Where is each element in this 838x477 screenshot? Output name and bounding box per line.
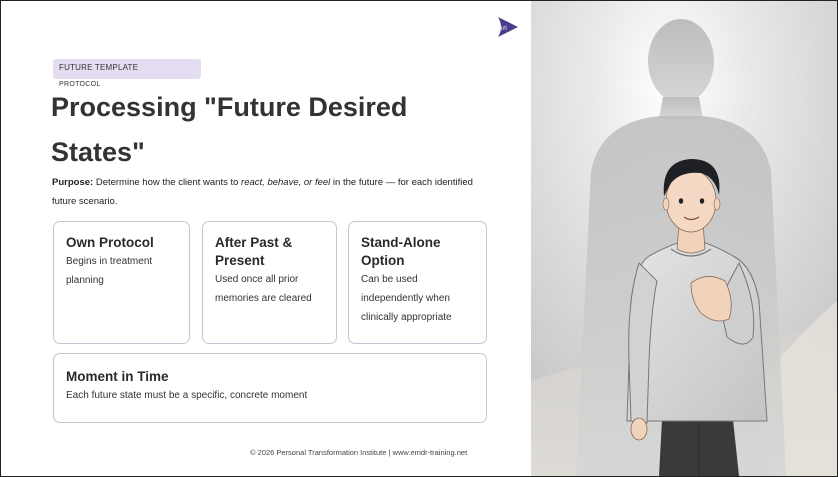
- purpose-emphasis: react, behave, or feel: [241, 177, 331, 188]
- purpose-text-before: Determine how the client wants to: [93, 177, 242, 188]
- purpose-statement: Purpose: Determine how the client wants …: [52, 173, 492, 211]
- slide-title: Processing "Future Desired States": [51, 92, 408, 167]
- section-tag: FUTURE TEMPLATE: [53, 59, 201, 79]
- card-text: Used once all prior memories are cleared: [215, 274, 312, 304]
- card-title: Own Protocol: [66, 235, 154, 250]
- card-own-protocol: Own Protocol Begins in treatment plannin…: [53, 221, 190, 344]
- card-text: Can be used independently when clinicall…: [361, 274, 452, 323]
- section-tag-label: FUTURE TEMPLATE: [59, 63, 139, 72]
- card-after-past-present: After Past & Present Used once all prior…: [202, 221, 337, 344]
- illustration-panel: [531, 1, 837, 476]
- slide: pti FUTURE TEMPLATE PROTOCOL Processing …: [0, 0, 838, 477]
- content-panel: pti FUTURE TEMPLATE PROTOCOL Processing …: [1, 1, 531, 476]
- card-text: Begins in treatment planning: [66, 256, 153, 286]
- pti-logo: pti: [498, 17, 518, 37]
- card-moment-in-time: Moment in Time Each future state must be…: [53, 353, 487, 423]
- footer-copyright: © 2026 Personal Transformation Institute…: [250, 448, 468, 457]
- card-stand-alone-option: Stand-Alone Option Can be used independe…: [348, 221, 487, 344]
- card-text: Each future state must be a specific, co…: [66, 390, 308, 401]
- card-title: After Past & Present: [215, 235, 293, 268]
- purpose-label: Purpose:: [52, 177, 94, 188]
- card-title: Moment in Time: [66, 369, 169, 384]
- person-illustration: [531, 1, 837, 476]
- svg-text:pti: pti: [501, 26, 508, 32]
- card-title: Stand-Alone Option: [361, 235, 441, 268]
